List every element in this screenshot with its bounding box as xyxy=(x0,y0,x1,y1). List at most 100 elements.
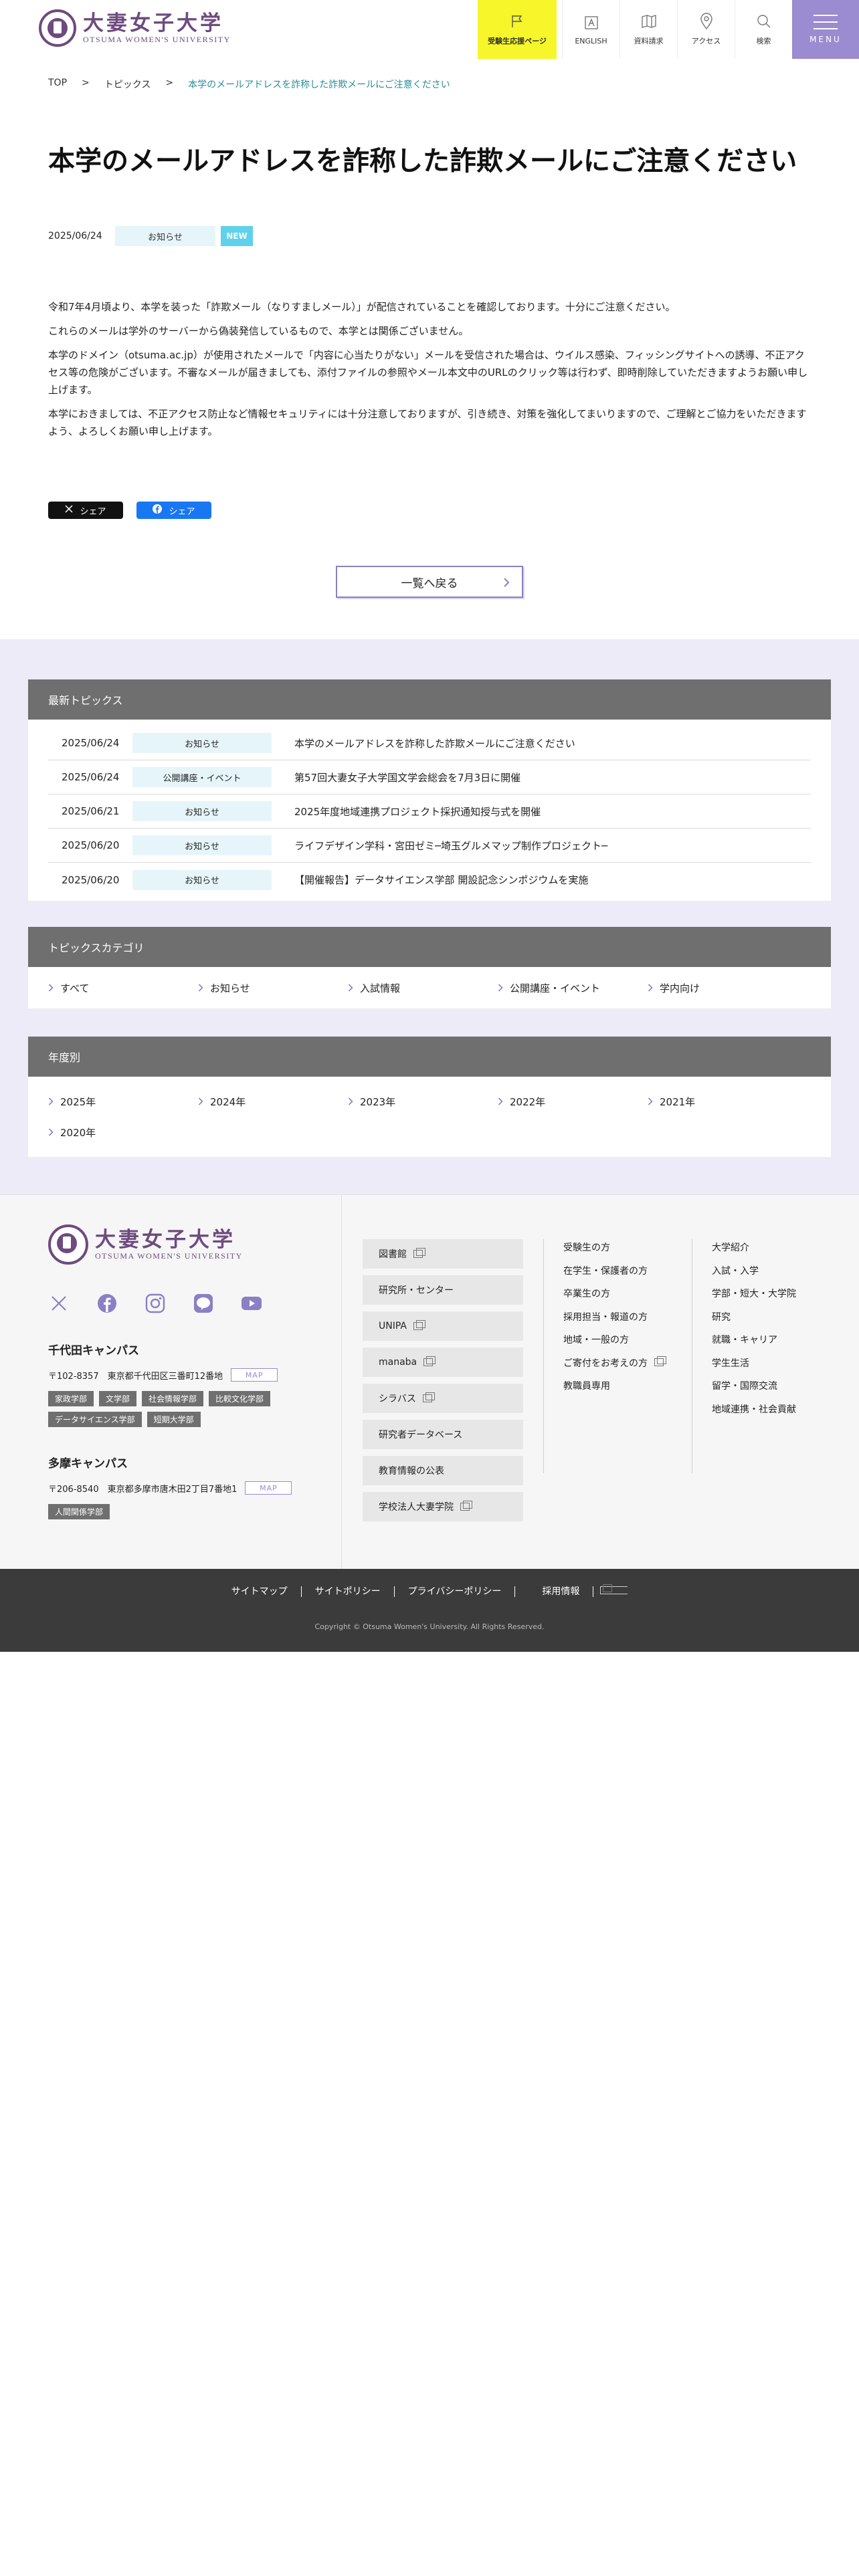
audience-link[interactable]: 在学生・保護者の方 xyxy=(563,1266,648,1277)
recruit-link[interactable]: 採用情報 xyxy=(529,1584,628,1597)
crest-icon xyxy=(39,9,76,47)
topic-row[interactable]: 2025/06/24 お知らせ 本学のメールアドレスを詐称した詐欺メールにご注意… xyxy=(48,726,811,760)
faculty-tag[interactable]: 社会情報学部 xyxy=(142,1391,204,1406)
article-body: 令和7年4月頃より、本学を装った「詐欺メール（なりすましメール）」が配信されてい… xyxy=(48,298,811,447)
facebook-icon[interactable] xyxy=(96,1293,118,1314)
nav-exam-support[interactable]: 受験生応援ページ xyxy=(478,0,557,59)
audience-link[interactable]: 地域・一般の方 xyxy=(563,1335,629,1346)
topic-row[interactable]: 2025/06/20 お知らせ 【開催報告】データサイエンス学部 開設記念シンポ… xyxy=(48,863,811,897)
faculty-tag[interactable]: 家政学部 xyxy=(48,1391,94,1406)
chiyoda-map-button[interactable]: MAP xyxy=(231,1368,278,1382)
category-link-internal[interactable]: 学内向け xyxy=(648,976,797,999)
audience-link[interactable]: 卒業生の方 xyxy=(563,1289,610,1299)
facebook-icon xyxy=(153,504,163,516)
share-buttons: シェア シェア xyxy=(48,502,211,519)
footer-column-divider xyxy=(543,1239,544,1473)
category-link-events[interactable]: 公開講座・イベント xyxy=(498,976,648,999)
site-logo[interactable]: 大妻女子大学 OTSUMA WOMEN'S UNIVERSITY xyxy=(39,9,231,47)
external-link-icon xyxy=(413,1320,425,1330)
menu-button[interactable]: MENU xyxy=(792,0,859,59)
footer-quick-links: 図書館 研究所・センター UNIPA manaba シラバス 研究者データベース… xyxy=(363,1239,523,1528)
chevron-right-icon xyxy=(648,1097,653,1105)
year-link[interactable]: 2023年 xyxy=(348,1086,498,1117)
logo-english: OTSUMA WOMEN'S UNIVERSITY xyxy=(83,34,231,44)
section-link[interactable]: 地域連携・社会貢献 xyxy=(712,1404,796,1415)
footer-legal-links: サイトマップ サイトポリシー プライバシーポリシー 採用情報 xyxy=(0,1584,859,1597)
nav-english[interactable]: ENGLISH xyxy=(562,0,619,59)
topic-row[interactable]: 2025/06/21 お知らせ 2025年度地域連携プロジェクト採択通知授与式を… xyxy=(48,794,811,829)
x-icon[interactable] xyxy=(48,1293,70,1314)
nav-search[interactable]: 検索 xyxy=(735,0,792,59)
section-link[interactable]: 学部・短大・大学院 xyxy=(712,1289,796,1299)
audience-link[interactable]: 受験生の方 xyxy=(563,1243,610,1253)
category-link-news[interactable]: お知らせ xyxy=(198,976,348,999)
audience-link[interactable]: 教職員専用 xyxy=(563,1381,610,1392)
researcher-db-link[interactable]: 研究者データベース xyxy=(363,1420,523,1449)
site-policy-link[interactable]: サイトポリシー xyxy=(315,1586,381,1597)
category-link-all[interactable]: すべて xyxy=(48,976,198,999)
tama-faculty-tags: 人間関係学部 xyxy=(48,1504,316,1519)
year-link[interactable]: 2025年 xyxy=(48,1086,198,1117)
year-link[interactable]: 2024年 xyxy=(198,1086,348,1117)
otsuma-gakuin-link[interactable]: 学校法人大妻学院 xyxy=(363,1492,523,1521)
topic-row[interactable]: 2025/06/24 公開講座・イベント 第57回大妻女子大学国文学会総会を7月… xyxy=(48,760,811,794)
research-center-link[interactable]: 研究所・センター xyxy=(363,1275,523,1305)
faculty-tag[interactable]: 比較文化学部 xyxy=(209,1391,271,1406)
syllabus-link[interactable]: シラバス xyxy=(363,1384,523,1413)
section-link[interactable]: 留学・国際交流 xyxy=(712,1381,777,1392)
share-x-button[interactable]: シェア xyxy=(48,502,123,519)
tama-map-button[interactable]: MAP xyxy=(245,1481,292,1495)
campus-tama-address-row: 〒206-8540 東京都多摩市唐木田2丁目7番地1 MAP xyxy=(48,1481,316,1495)
year-link[interactable]: 2021年 xyxy=(648,1086,797,1117)
year-link[interactable]: 2022年 xyxy=(498,1086,648,1117)
breadcrumb-topics[interactable]: トピックス xyxy=(104,78,151,91)
nav-access[interactable]: アクセス xyxy=(677,0,735,59)
latest-topics-box: 最新トピックス 2025/06/24 お知らせ 本学のメールアドレスを詐称した詐… xyxy=(28,679,831,901)
nav-brochure[interactable]: 資料請求 xyxy=(619,0,677,59)
article-paragraph: 本学のドメイン（otsuma.ac.jp）が使用されたメールで「内容に心当たりが… xyxy=(48,349,808,396)
campus-chiyoda-title: 千代田キャンパス xyxy=(48,1344,139,1358)
footer-audience-links: 受験生の方 在学生・保護者の方 卒業生の方 採用担当・報道の方 地域・一般の方 … xyxy=(563,1241,666,1402)
year-link[interactable]: 2020年 xyxy=(48,1117,198,1148)
share-facebook-button[interactable]: シェア xyxy=(136,502,211,519)
article-meta: 2025/06/24 お知らせ NEW xyxy=(48,226,253,246)
back-to-list-button[interactable]: 一覧へ戻る xyxy=(336,566,523,598)
topic-title: 本学のメールアドレスを詐称した詐欺メールにご注意ください xyxy=(294,737,575,750)
menu-label: MENU xyxy=(809,35,842,44)
library-link[interactable]: 図書館 xyxy=(363,1239,523,1269)
faculty-tag[interactable]: データサイエンス学部 xyxy=(48,1412,142,1427)
manaba-link[interactable]: manaba xyxy=(363,1348,523,1377)
youtube-icon[interactable] xyxy=(241,1293,262,1314)
section-link[interactable]: 就職・キャリア xyxy=(712,1335,777,1346)
topic-title: 第57回大妻女子大学国文学会総会を7月3日に開催 xyxy=(294,771,521,784)
footer-logo[interactable]: 大妻女子大学 OTSUMA WOMEN'S UNIVERSITY xyxy=(48,1224,316,1265)
education-info-link[interactable]: 教育情報の公表 xyxy=(363,1456,523,1485)
search-icon xyxy=(755,13,773,30)
unipa-link[interactable]: UNIPA xyxy=(363,1311,523,1341)
section-link[interactable]: 大学紹介 xyxy=(712,1243,749,1253)
yearly-box: 年度別 2025年 2024年 2023年 2022年 2021年 2020年 xyxy=(28,1037,831,1157)
faculty-tag[interactable]: 文学部 xyxy=(99,1391,137,1406)
faculty-tag[interactable]: 短期大学部 xyxy=(147,1412,201,1427)
campus-tama-title: 多摩キャンパス xyxy=(48,1457,128,1471)
section-link[interactable]: 研究 xyxy=(712,1312,731,1323)
topics-section: 最新トピックス 2025/06/24 お知らせ 本学のメールアドレスを詐称した詐… xyxy=(0,639,859,1194)
topic-row[interactable]: 2025/06/20 お知らせ ライフデザイン学科・宮田ゼミ─埼玉グルメマップ制… xyxy=(48,829,811,863)
article-paragraph: 本学におきましては、不正アクセス防止など情報セキュリティには十分注意しております… xyxy=(48,408,807,437)
audience-link[interactable]: 採用担当・報道の方 xyxy=(563,1312,648,1323)
breadcrumb-top[interactable]: TOP xyxy=(48,78,67,91)
privacy-policy-link[interactable]: プライバシーポリシー xyxy=(408,1586,502,1597)
audience-link[interactable]: ご寄付をお考えの方 xyxy=(563,1356,666,1369)
section-link[interactable]: 学生生活 xyxy=(712,1358,749,1369)
line-icon[interactable] xyxy=(193,1293,214,1314)
chevron-right-icon xyxy=(648,984,653,992)
section-link[interactable]: 入試・入学 xyxy=(712,1266,759,1277)
nav-access-label: アクセス xyxy=(691,37,721,45)
topic-title: ライフデザイン学科・宮田ゼミ─埼玉グルメマップ制作プロジェクト─ xyxy=(294,839,608,852)
faculty-tag[interactable]: 人間関係学部 xyxy=(48,1504,110,1519)
yearly-heading: 年度別 xyxy=(28,1037,831,1077)
topic-categories-heading: トピックスカテゴリ xyxy=(28,927,831,967)
sitemap-link[interactable]: サイトマップ xyxy=(231,1586,288,1597)
category-link-admissions[interactable]: 入試情報 xyxy=(348,976,498,999)
instagram-icon[interactable] xyxy=(145,1293,166,1314)
